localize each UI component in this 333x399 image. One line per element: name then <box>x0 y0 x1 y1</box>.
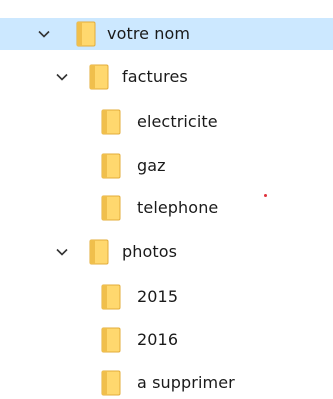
folder-icon <box>101 370 121 396</box>
tree-item-label: a supprimer <box>137 373 235 392</box>
tree-item-label: votre nom <box>107 24 191 43</box>
folder-icon <box>101 109 121 135</box>
tree-item-2015[interactable]: 2015 <box>0 281 333 313</box>
tree-item-votre-nom[interactable]: votre nom <box>0 18 333 50</box>
folder-icon <box>89 64 109 90</box>
tree-item-factures[interactable]: factures <box>0 61 333 93</box>
tree-item-label: gaz <box>137 156 166 175</box>
folder-icon <box>101 284 121 310</box>
folder-icon <box>101 195 121 221</box>
tree-item-label: 2016 <box>137 330 179 349</box>
chevron-down-icon[interactable] <box>55 245 69 259</box>
tree-item-telephone[interactable]: telephone <box>0 192 333 224</box>
tree-item-label: 2015 <box>137 287 179 306</box>
tree-item-label: factures <box>122 67 188 86</box>
tree-item-gaz[interactable]: gaz <box>0 150 333 182</box>
folder-icon <box>101 153 121 179</box>
chevron-down-icon[interactable] <box>55 70 69 84</box>
tree-item-a-supprimer[interactable]: a supprimer <box>0 367 333 399</box>
tree-item-2016[interactable]: 2016 <box>0 324 333 356</box>
folder-icon <box>89 239 109 265</box>
tree-item-label: electricite <box>137 112 218 131</box>
folder-tree: votre nom factures electricite gaz telep… <box>0 0 333 396</box>
tree-item-label: photos <box>122 242 178 261</box>
chevron-down-icon[interactable] <box>37 27 51 41</box>
tree-item-label: telephone <box>137 198 219 217</box>
tree-item-electricite[interactable]: electricite <box>0 106 333 138</box>
folder-icon <box>101 327 121 353</box>
tree-item-photos[interactable]: photos <box>0 236 333 268</box>
folder-icon <box>76 21 96 47</box>
red-marker <box>264 194 267 197</box>
